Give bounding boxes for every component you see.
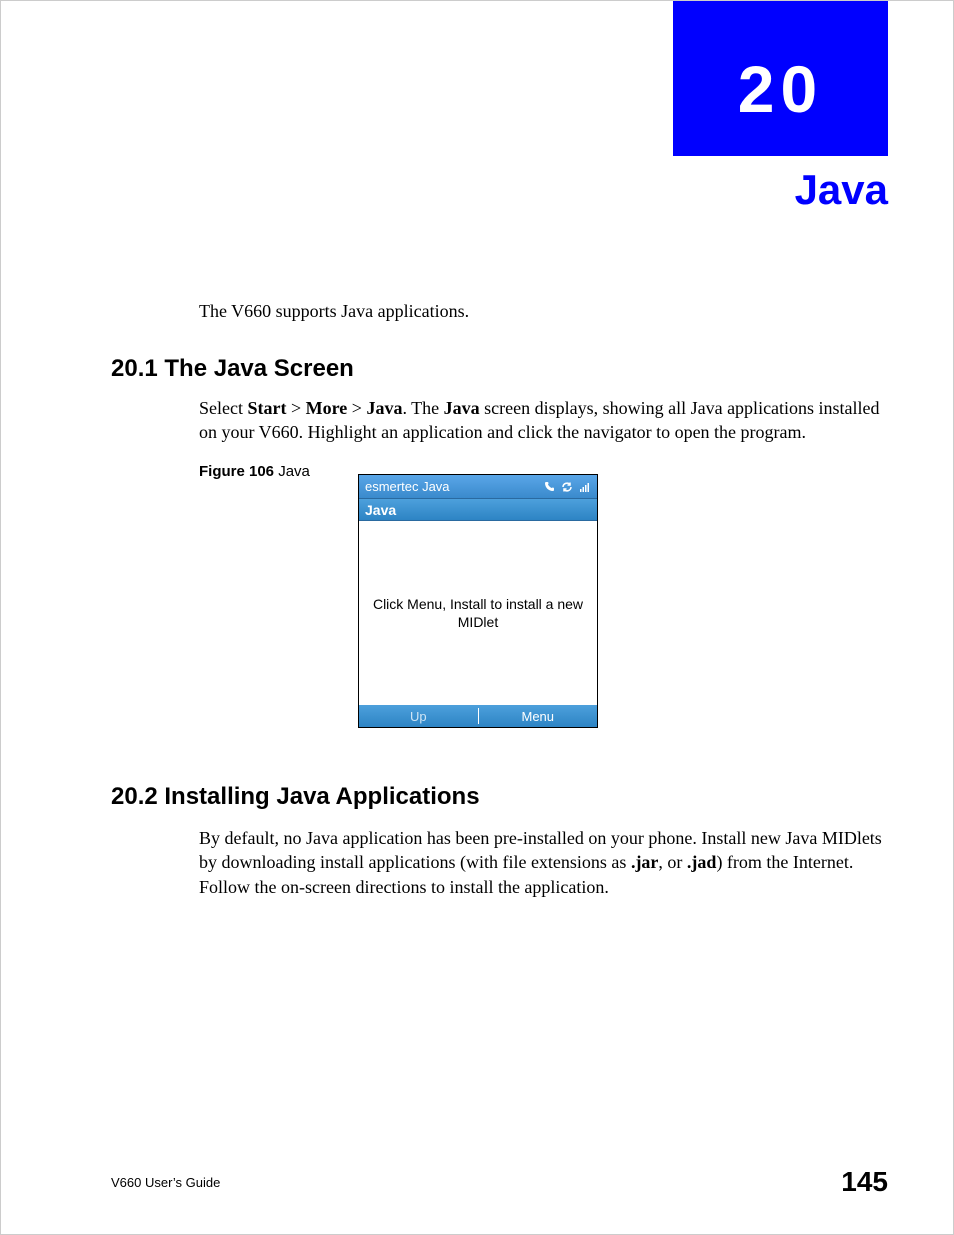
section-20-1-paragraph: Select Start > More > Java. The Java scr… bbox=[199, 396, 889, 445]
phone-softkeys: Up Menu bbox=[359, 705, 597, 727]
phone-statusbar: esmertec Java bbox=[359, 475, 597, 499]
text: . The bbox=[402, 398, 443, 418]
signal-icon bbox=[579, 481, 591, 493]
text: Select bbox=[199, 398, 247, 418]
text: , or bbox=[658, 852, 687, 872]
ext-jar: .jar bbox=[631, 852, 658, 872]
breadcrumb-start: Start bbox=[247, 398, 286, 418]
chapter-title: Java bbox=[795, 166, 888, 214]
footer-page-number: 145 bbox=[841, 1166, 888, 1198]
ext-jad: .jad bbox=[687, 852, 717, 872]
phone-icon bbox=[543, 481, 555, 493]
phone-titlebar: Java bbox=[359, 499, 597, 521]
text: > bbox=[286, 398, 305, 418]
phone-screenshot: esmertec Java Java Click Menu, Install t… bbox=[358, 474, 598, 728]
section-20-2-paragraph: By default, no Java application has been… bbox=[199, 826, 889, 899]
phone-body-text: Click Menu, Install to install a new MID… bbox=[365, 595, 591, 631]
breadcrumb-java: Java bbox=[366, 398, 402, 418]
java-bold: Java bbox=[444, 398, 480, 418]
softkey-up[interactable]: Up bbox=[359, 709, 478, 724]
footer-guide: V660 User’s Guide bbox=[111, 1175, 220, 1190]
status-icons bbox=[543, 481, 591, 493]
figure-name: Java bbox=[274, 463, 310, 480]
chapter-number: 20 bbox=[738, 56, 823, 122]
section-heading-20-1: 20.1 The Java Screen bbox=[111, 355, 354, 383]
section-heading-20-2: 20.2 Installing Java Applications bbox=[111, 783, 480, 811]
softkey-menu[interactable]: Menu bbox=[479, 709, 598, 724]
page: 20 Java The V660 supports Java applicati… bbox=[0, 0, 954, 1235]
chapter-number-box: 20 bbox=[673, 1, 888, 156]
sync-icon bbox=[561, 481, 573, 493]
status-title: esmertec Java bbox=[365, 479, 450, 494]
figure-label: Figure 106 bbox=[199, 463, 274, 480]
text: > bbox=[347, 398, 366, 418]
phone-title: Java bbox=[365, 502, 396, 518]
breadcrumb-more: More bbox=[306, 398, 348, 418]
intro-paragraph: The V660 supports Java applications. bbox=[199, 299, 849, 323]
phone-body: Click Menu, Install to install a new MID… bbox=[359, 521, 597, 705]
figure-caption: Figure 106 Java bbox=[199, 463, 310, 480]
